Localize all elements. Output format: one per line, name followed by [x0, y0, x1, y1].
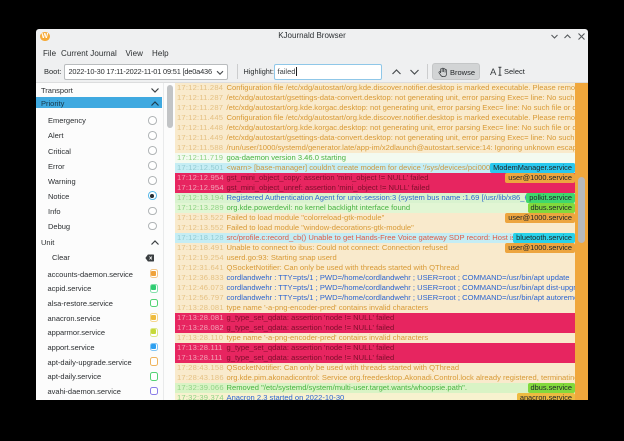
- svg-text:A: A: [490, 67, 497, 77]
